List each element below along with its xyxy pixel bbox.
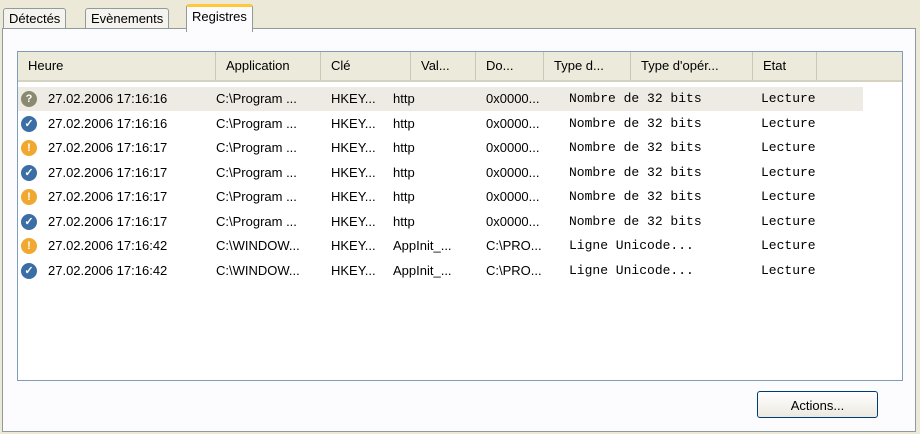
application-cell: C:\Program ... (216, 115, 297, 131)
application-cell: C:\Program ... (216, 189, 297, 204)
table-row[interactable]: ? 27.02.2006 17:16:16 C:\Program ... HKEY..… (18, 87, 863, 111)
time-cell: 27.02.2006 17:16:42 (48, 262, 168, 278)
value-cell: http (393, 140, 415, 155)
state-cell: Lecture (761, 262, 816, 278)
application-cell: C:\Program ... (216, 91, 297, 106)
type-cell: Nombre de 32 bits (569, 115, 702, 131)
column-donnees[interactable]: Do... (476, 52, 544, 80)
allowed-status-icon: ✓ (21, 213, 37, 230)
value-cell: http (393, 91, 415, 106)
application-cell: C:\WINDOW... (216, 238, 300, 253)
column-heure[interactable]: Heure (18, 52, 216, 80)
state-cell: Lecture (761, 140, 816, 155)
time-cell: 27.02.2006 17:16:17 (48, 140, 168, 155)
table-row[interactable]: ✓ 27.02.2006 17:16:17 C:\Program ... HKEY..… (18, 161, 863, 185)
data-cell: C:\PRO... (486, 238, 542, 253)
key-cell: HKEY... (331, 213, 376, 229)
application-cell: C:\Program ... (216, 164, 297, 180)
column-type-operation[interactable]: Type d'opér... (631, 52, 753, 80)
application-cell: C:\Program ... (216, 140, 297, 155)
state-cell: Lecture (761, 91, 816, 106)
time-cell: 27.02.2006 17:16:16 (48, 115, 168, 131)
type-cell: Nombre de 32 bits (569, 140, 702, 155)
tab-detectes[interactable]: Détectés (3, 8, 67, 29)
value-cell: AppInit_... (393, 238, 452, 253)
table-row[interactable]: ✓ 27.02.2006 17:16:17 C:\Program ... HKEY..… (18, 210, 863, 234)
table-row[interactable]: ! 27.02.2006 17:16:17 C:\Program ... HKEY..… (18, 185, 863, 209)
value-cell: AppInit_... (393, 262, 452, 278)
value-cell: http (393, 115, 415, 131)
type-cell: Nombre de 32 bits (569, 189, 702, 204)
type-cell: Ligne Unicode... (569, 238, 694, 253)
tab-registres[interactable]: Registres (186, 4, 253, 32)
time-cell: 27.02.2006 17:16:17 (48, 189, 168, 204)
state-cell: Lecture (761, 238, 816, 253)
warning-status-icon: ! (21, 189, 37, 205)
actions-button[interactable]: Actions... (757, 391, 878, 418)
data-cell: 0x0000... (486, 164, 540, 180)
time-cell: 27.02.2006 17:16:42 (48, 238, 168, 253)
type-cell: Ligne Unicode... (569, 262, 694, 278)
type-cell: Nombre de 32 bits (569, 164, 702, 180)
table-row[interactable]: ✓ 27.02.2006 17:16:42 C:\WINDOW... HKEY... A… (18, 259, 863, 283)
time-cell: 27.02.2006 17:16:17 (48, 164, 168, 180)
unknown-status-icon: ? (21, 91, 37, 107)
time-cell: 27.02.2006 17:16:16 (48, 91, 168, 106)
application-cell: C:\WINDOW... (216, 262, 300, 278)
registry-list[interactable]: Heure Application Clé Val... Do... Type … (17, 51, 903, 381)
key-cell: HKEY... (331, 115, 376, 131)
value-cell: http (393, 164, 415, 180)
value-cell: http (393, 189, 415, 204)
key-cell: HKEY... (331, 164, 376, 180)
state-cell: Lecture (761, 213, 816, 229)
state-cell: Lecture (761, 164, 816, 180)
table-row[interactable]: ! 27.02.2006 17:16:42 C:\WINDOW... HKEY... A… (18, 234, 863, 258)
application-cell: C:\Program ... (216, 213, 297, 229)
warning-status-icon: ! (21, 238, 37, 254)
key-cell: HKEY... (331, 189, 376, 204)
allowed-status-icon: ✓ (21, 164, 37, 181)
key-cell: HKEY... (331, 262, 376, 278)
table-row[interactable]: ! 27.02.2006 17:16:17 C:\Program ... HKEY..… (18, 136, 863, 160)
table-row[interactable]: ✓ 27.02.2006 17:16:16 C:\Program ... HKEY..… (18, 112, 863, 136)
data-cell: C:\PRO... (486, 262, 542, 278)
type-cell: Nombre de 32 bits (569, 91, 702, 106)
state-cell: Lecture (761, 115, 816, 131)
type-cell: Nombre de 32 bits (569, 213, 702, 229)
list-header: Heure Application Clé Val... Do... Type … (18, 52, 902, 82)
column-application[interactable]: Application (216, 52, 321, 80)
column-valeur[interactable]: Val... (411, 52, 476, 80)
data-cell: 0x0000... (486, 91, 540, 106)
key-cell: HKEY... (331, 140, 376, 155)
data-cell: 0x0000... (486, 140, 540, 155)
allowed-status-icon: ✓ (21, 262, 37, 279)
tab-evenements[interactable]: Evènements (85, 8, 170, 29)
column-type-donnees[interactable]: Type d... (544, 52, 631, 80)
state-cell: Lecture (761, 189, 816, 204)
value-cell: http (393, 213, 415, 229)
data-cell: 0x0000... (486, 213, 540, 229)
data-cell: 0x0000... (486, 115, 540, 131)
column-cle[interactable]: Clé (321, 52, 411, 80)
data-cell: 0x0000... (486, 189, 540, 204)
column-etat[interactable]: Etat (753, 52, 817, 80)
key-cell: HKEY... (331, 91, 376, 106)
warning-status-icon: ! (21, 140, 37, 156)
allowed-status-icon: ✓ (21, 115, 37, 132)
time-cell: 27.02.2006 17:16:17 (48, 213, 168, 229)
key-cell: HKEY... (331, 238, 376, 253)
